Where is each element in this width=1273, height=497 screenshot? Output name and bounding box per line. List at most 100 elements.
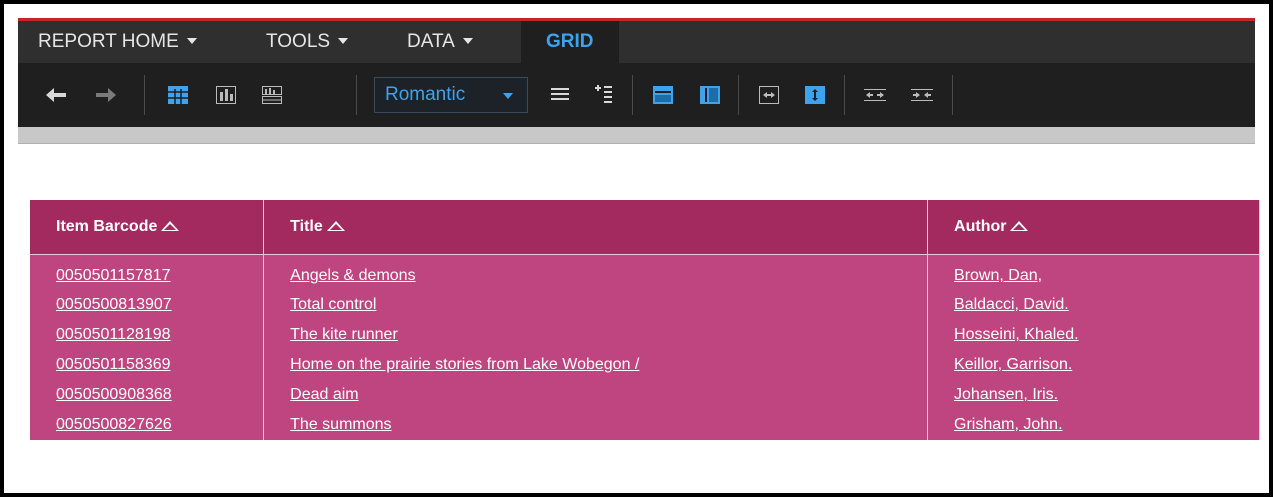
graph-view-icon [216,86,236,104]
item-barcode-link[interactable]: 0050500813907 [56,296,172,313]
auto-fit-width-icon [759,86,779,104]
title-link[interactable]: Home on the prairie stories from Lake Wo… [290,356,639,373]
theme-select[interactable]: Romantic [374,77,528,113]
item-barcode-link[interactable]: 0050501157817 [56,267,171,284]
cell-title: Dead aim [263,380,929,410]
column-header-label: Title [290,217,323,235]
chevron-down-icon [186,38,197,44]
cell-author: Grisham, John. [927,410,1260,440]
grid-graph-view-icon [262,86,282,104]
outline-mode-button[interactable] [543,63,577,127]
column-header-item-barcode[interactable]: Item Barcode [30,200,265,255]
report-grid: Item Barcode Title Author 0050501157817 … [30,200,1260,440]
undo-button[interactable] [40,63,72,127]
menu-tools-label: TOOLS [266,31,331,52]
merge-headers-button[interactable] [587,63,621,127]
toolbar-divider [356,75,357,115]
menu-grid-label: GRID [546,31,594,52]
menu-report-home[interactable]: REPORT HOME [38,21,197,63]
report-content: Item Barcode Title Author 0050501157817 … [18,145,1260,493]
chevron-down-icon [462,38,473,44]
cell-title: The summons [263,410,929,440]
subtotals-button[interactable] [905,63,939,127]
column-header-title[interactable]: Title [263,200,929,255]
author-link[interactable]: Johansen, Iris. [954,386,1058,403]
cell-author: Baldacci, David. [927,290,1260,320]
graph-view-button[interactable] [209,63,243,127]
author-link[interactable]: Hosseini, Khaled. [954,326,1079,343]
cell-author: Brown, Dan, [927,254,1260,290]
item-barcode-link[interactable]: 0050500827626 [56,416,172,433]
lock-row-headers-button[interactable] [693,63,727,127]
grid-view-button[interactable] [161,63,195,127]
menu-data-label: DATA [407,31,455,52]
title-link[interactable]: The kite runner [290,326,398,343]
screenshot-frame: REPORT HOME TOOLS DATA GRID Romantic Ite… [0,0,1273,497]
title-link[interactable]: Angels & demons [290,267,415,284]
outline-mode-icon [551,88,569,100]
show-totals-icon [864,89,886,101]
item-barcode-link[interactable]: 0050501128198 [56,326,171,343]
sort-ascending-icon [161,220,180,231]
title-link[interactable]: The summons [290,416,391,433]
cell-author: Keillor, Garrison. [927,350,1260,380]
column-header-author[interactable]: Author [927,200,1260,255]
subtotals-icon [911,89,933,101]
table-row: 0050501158369 Home on the prairie storie… [30,350,1260,380]
toolbar-divider [844,75,845,115]
auto-fit-height-button[interactable] [798,63,832,127]
table-row: 0050500827626 The summons Grisham, John. [30,410,1260,440]
author-link[interactable]: Baldacci, David. [954,296,1069,313]
author-link[interactable]: Keillor, Garrison. [954,356,1072,373]
cell-item-barcode: 0050500908368 [30,380,265,410]
sort-ascending-icon [326,220,345,231]
grid-graph-view-button[interactable] [255,63,289,127]
table-row: 0050501128198 The kite runner Hosseini, … [30,320,1260,350]
title-link[interactable]: Dead aim [290,386,358,403]
cell-title: The kite runner [263,320,929,350]
show-totals-button[interactable] [858,63,892,127]
menu-tools[interactable]: TOOLS [266,21,349,63]
title-link[interactable]: Total control [290,296,376,313]
table-row: 0050501157817 Angels & demons Brown, Dan… [30,254,1260,290]
cell-author: Johansen, Iris. [927,380,1260,410]
grid-view-icon [168,86,188,104]
item-barcode-link[interactable]: 0050500908368 [56,386,172,403]
column-header-label: Item Barcode [56,217,158,235]
cell-item-barcode: 0050500827626 [30,410,265,440]
auto-fit-width-button[interactable] [752,63,786,127]
toolbar: Romantic [18,63,1255,127]
menu-report-home-label: REPORT HOME [38,31,179,52]
merge-headers-icon [595,85,612,103]
cell-author: Hosseini, Khaled. [927,320,1260,350]
cell-item-barcode: 0050501128198 [30,320,265,350]
redo-button[interactable] [90,63,122,127]
toolbar-divider [738,75,739,115]
banding-button[interactable] [646,63,680,127]
menu-grid[interactable]: GRID [521,21,619,63]
column-header-label: Author [954,217,1007,235]
grid-header-row: Item Barcode Title Author [30,200,1260,255]
redo-icon [96,88,116,102]
theme-select-value: Romantic [385,84,466,105]
auto-fit-height-icon [805,86,825,104]
menu-data[interactable]: DATA [407,21,473,63]
lock-row-headers-icon [700,86,720,104]
undo-icon [46,88,66,102]
chevron-down-icon [503,93,513,99]
cell-title: Home on the prairie stories from Lake Wo… [263,350,929,380]
item-barcode-link[interactable]: 0050501158369 [56,356,171,373]
cell-item-barcode: 0050500813907 [30,290,265,320]
toolbar-divider [952,75,953,115]
author-link[interactable]: Brown, Dan, [954,267,1042,284]
toolbar-divider [632,75,633,115]
author-link[interactable]: Grisham, John. [954,416,1062,433]
sort-ascending-icon [1010,220,1029,231]
table-row: 0050500908368 Dead aim Johansen, Iris. [30,380,1260,410]
menu-bar: REPORT HOME TOOLS DATA GRID [18,21,1255,63]
banding-icon [653,86,673,104]
table-row: 0050500813907 Total control Baldacci, Da… [30,290,1260,320]
cell-title: Angels & demons [263,254,929,290]
toolbar-divider [144,75,145,115]
toolbar-bottom-bar [18,127,1255,144]
